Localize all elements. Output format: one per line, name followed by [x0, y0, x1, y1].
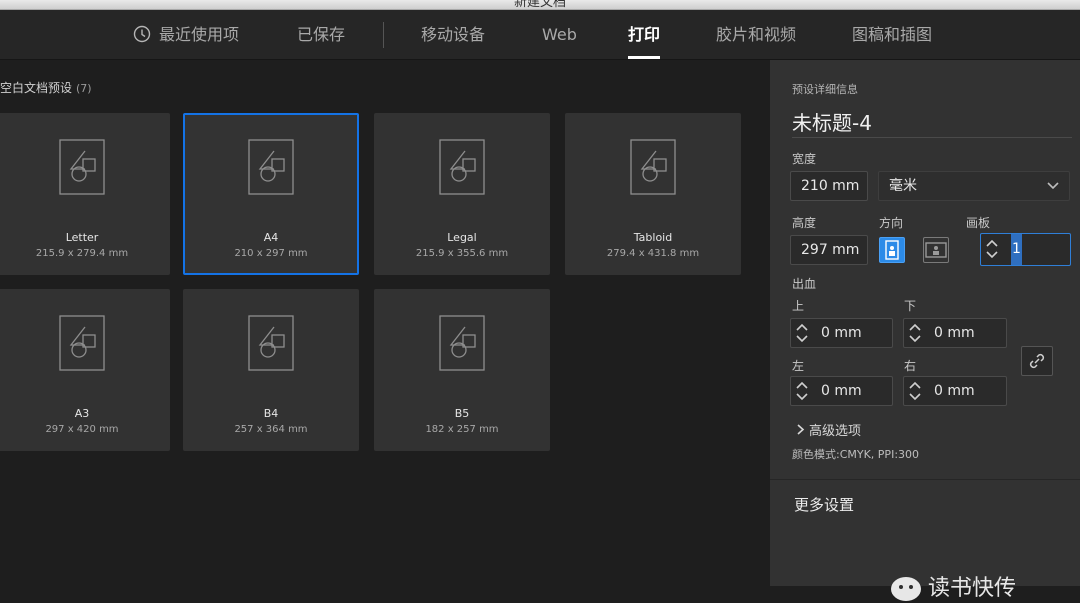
bleed-top-input[interactable]: 0 mm [790, 318, 893, 348]
unit-select[interactable]: 毫米 [878, 171, 1070, 201]
artboard-label: 画板 [966, 216, 991, 230]
document-icon [59, 139, 105, 195]
preset-dimensions: 210 x 297 mm [234, 248, 308, 259]
category-tab-bar: 最近使用项 已保存 移动设备 Web 打印 胶片和视频 图稿和插图 [0, 10, 1080, 60]
stepper-arrows-icon[interactable] [795, 380, 809, 402]
width-input[interactable]: 210 mm [790, 171, 868, 201]
preset-dimensions: 182 x 257 mm [425, 424, 499, 435]
preset-name: A3 [74, 407, 90, 420]
preset-name: Tabloid [633, 231, 673, 244]
preset-name: B5 [454, 407, 470, 420]
blank-presets-title: 空白文档预设 (7) [0, 81, 92, 95]
document-icon [248, 315, 294, 371]
preset-name: Legal [447, 231, 477, 244]
document-icon [59, 315, 105, 371]
width-label: 宽度 [792, 152, 817, 166]
window-title-bar: 新建文档 [0, 0, 1080, 10]
bleed-label: 出血 [792, 277, 817, 291]
bleed-bottom-input[interactable]: 0 mm [903, 318, 1007, 348]
bleed-top-label: 上 [792, 299, 805, 313]
tab-mobile[interactable]: 移动设备 [421, 10, 485, 59]
preset-name: A4 [263, 231, 279, 244]
bleed-bottom-label: 下 [904, 299, 917, 313]
height-label: 高度 [792, 216, 817, 230]
link-icon [1029, 353, 1045, 369]
landscape-icon [925, 242, 947, 258]
tab-separator [383, 22, 384, 48]
tab-film-video[interactable]: 胶片和视频 [716, 10, 796, 59]
panel-divider [770, 479, 1080, 480]
tab-web[interactable]: Web [542, 10, 577, 59]
preset-dimensions: 215.9 x 279.4 mm [35, 248, 129, 259]
preset-card-a4[interactable]: A4 210 x 297 mm [183, 113, 359, 275]
document-icon [630, 139, 676, 195]
stepper-arrows-icon[interactable] [985, 238, 999, 260]
preset-name: B4 [263, 407, 279, 420]
preset-card-a3[interactable]: A3 297 x 420 mm [0, 289, 170, 451]
bleed-left-input[interactable]: 0 mm [790, 376, 893, 406]
bleed-left-label: 左 [792, 359, 805, 373]
preset-dimensions: 257 x 364 mm [234, 424, 308, 435]
preset-card-letter[interactable]: Letter 215.9 x 279.4 mm [0, 113, 170, 275]
tab-recent[interactable]: 最近使用项 [133, 10, 239, 59]
tab-art-illustration[interactable]: 图稿和插图 [852, 10, 932, 59]
bleed-right-input[interactable]: 0 mm [903, 376, 1007, 406]
document-icon [248, 139, 294, 195]
document-name-underline [792, 137, 1072, 138]
preset-name: Letter [65, 231, 99, 244]
advanced-options-toggle[interactable]: 高级选项 [796, 420, 861, 439]
tab-print[interactable]: 打印 [628, 10, 661, 59]
portrait-orientation-button[interactable] [879, 237, 905, 263]
chevron-right-icon [797, 424, 805, 435]
tab-saved[interactable]: 已保存 [297, 10, 345, 59]
color-mode-info: 颜色模式:CMYK, PPI:300 [792, 448, 920, 461]
artboard-count-input[interactable]: 1 [980, 233, 1071, 266]
stepper-arrows-icon[interactable] [795, 322, 809, 344]
orientation-label: 方向 [879, 216, 904, 230]
preset-dimensions: 215.9 x 355.6 mm [415, 248, 509, 259]
preset-card-tabloid[interactable]: Tabloid 279.4 x 431.8 mm [565, 113, 741, 275]
preset-card-b5[interactable]: B5 182 x 257 mm [374, 289, 550, 451]
stepper-arrows-icon[interactable] [908, 322, 922, 344]
preset-details-panel: 预设详细信息 未标题-4 宽度 210 mm 毫米 高度 方向 画板 297 m… [770, 60, 1080, 601]
stepper-arrows-icon[interactable] [908, 380, 922, 402]
preset-card-b4[interactable]: B4 257 x 364 mm [183, 289, 359, 451]
window-title: 新建文档 [513, 0, 566, 10]
portrait-icon [885, 240, 899, 260]
preset-details-header: 预设详细信息 [792, 83, 858, 96]
bleed-right-label: 右 [904, 359, 917, 373]
preset-dimensions: 279.4 x 431.8 mm [606, 248, 700, 259]
document-icon [439, 315, 485, 371]
preset-card-legal[interactable]: Legal 215.9 x 355.6 mm [374, 113, 550, 275]
landscape-orientation-button[interactable] [923, 237, 949, 263]
watermark: 读书快传 [890, 570, 1016, 603]
more-settings-button[interactable]: 更多设置 [794, 494, 854, 515]
document-icon [439, 139, 485, 195]
preset-dimensions: 297 x 420 mm [45, 424, 119, 435]
wechat-logo-icon [891, 577, 921, 601]
link-bleed-values-button[interactable] [1021, 346, 1053, 376]
height-input[interactable]: 297 mm [790, 235, 868, 265]
clock-icon [133, 25, 151, 43]
document-name-field[interactable]: 未标题-4 [792, 107, 872, 136]
chevron-down-icon [1047, 182, 1059, 190]
